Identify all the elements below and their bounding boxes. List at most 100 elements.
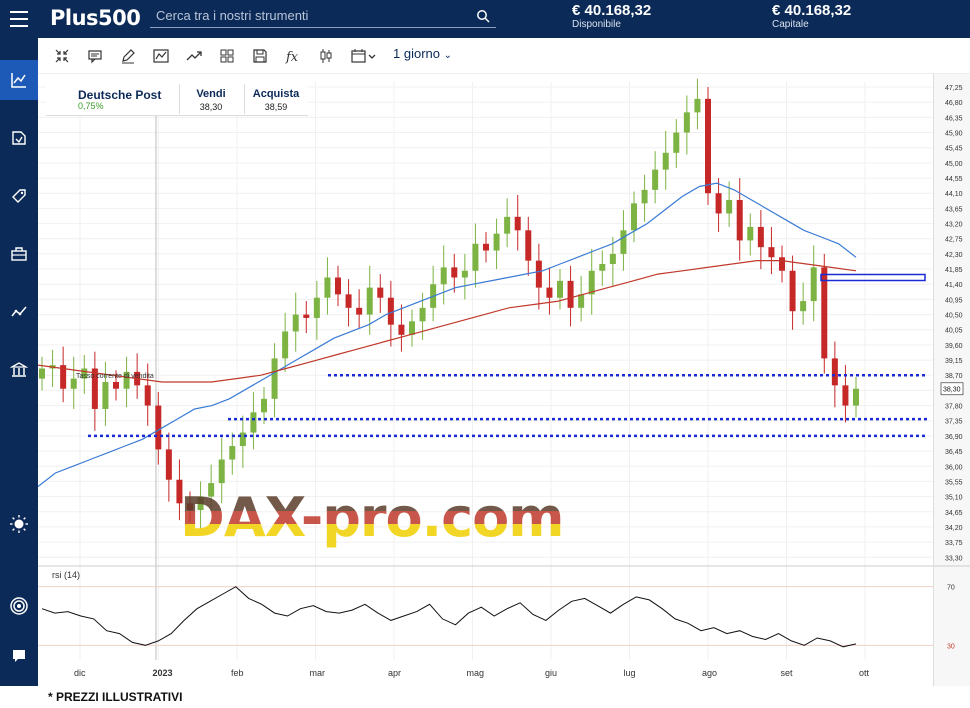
briefcase-icon bbox=[11, 247, 27, 261]
candle-body bbox=[144, 385, 151, 406]
price-tick-label: 34,20 bbox=[945, 525, 963, 532]
trend-icon bbox=[11, 306, 27, 317]
candle-body bbox=[39, 368, 45, 379]
candle-body bbox=[641, 189, 648, 204]
price-chart[interactable]: 47,25 46,80 46,35 45,90 45,45 45,00 44,55 44,10… bbox=[37, 74, 970, 686]
candle-body bbox=[599, 264, 606, 271]
function-button[interactable]: fx bbox=[283, 46, 303, 66]
notes-button[interactable] bbox=[85, 46, 105, 66]
price-tick-label: 42,75 bbox=[945, 237, 963, 244]
candle-body bbox=[768, 247, 775, 258]
candles-icon bbox=[320, 49, 332, 63]
candle-body bbox=[504, 216, 511, 234]
month-tick-label: ago bbox=[702, 668, 717, 678]
price-tick-label: 47,25 bbox=[945, 85, 963, 92]
sidebar-item-funds[interactable] bbox=[0, 350, 38, 390]
save-button[interactable] bbox=[250, 46, 270, 66]
indicators-button[interactable] bbox=[184, 46, 204, 66]
candle-body bbox=[451, 267, 458, 278]
search-icon[interactable] bbox=[476, 9, 490, 23]
grid-icon bbox=[220, 49, 234, 63]
sell-value: 38,30 bbox=[199, 102, 223, 112]
price-tick-label: 35,10 bbox=[945, 495, 963, 502]
candle-body bbox=[662, 152, 669, 170]
candle-body bbox=[546, 287, 553, 298]
price-tick-label: 36,90 bbox=[945, 434, 963, 441]
timeframe-select[interactable]: 1 giorno ⌄ bbox=[393, 46, 452, 61]
sidebar-item-trade[interactable] bbox=[0, 118, 38, 158]
footer-note: * PREZZI ILLUSTRATIVI bbox=[48, 690, 183, 704]
chart-line-icon bbox=[11, 73, 26, 88]
month-tick-label: feb bbox=[231, 668, 244, 678]
chart-area[interactable]: 47,25 46,80 46,35 45,90 45,45 45,00 44,55 44,10… bbox=[37, 74, 970, 686]
timeframe-label: 1 giorno bbox=[393, 46, 440, 61]
capital-label: Capitale bbox=[772, 19, 809, 30]
sidebar-item-theme[interactable] bbox=[0, 504, 38, 544]
price-tick-label: 41,85 bbox=[945, 267, 963, 274]
buy-button[interactable]: Acquista 38,59 bbox=[246, 88, 306, 112]
candle-body bbox=[356, 307, 363, 315]
available-label: Disponibile bbox=[572, 19, 621, 30]
candle-body bbox=[472, 243, 479, 271]
month-tick-label: apr bbox=[388, 668, 401, 678]
candle-body bbox=[747, 226, 754, 241]
current-rate-label: Tasso corrente di vendita bbox=[76, 373, 154, 380]
candle-body bbox=[726, 199, 733, 214]
candle-body bbox=[239, 432, 246, 447]
search-input[interactable] bbox=[150, 6, 450, 25]
price-tick-label: 39,60 bbox=[945, 343, 963, 350]
calendar-icon bbox=[351, 49, 376, 63]
sidebar-item-charts[interactable] bbox=[0, 60, 38, 100]
candle-body bbox=[757, 226, 764, 248]
candle-body bbox=[557, 280, 563, 298]
candle-body bbox=[715, 193, 722, 214]
price-tick-label: 41,40 bbox=[945, 282, 963, 289]
candle-body bbox=[282, 331, 289, 359]
candle-body bbox=[525, 230, 532, 261]
candle-body bbox=[831, 358, 838, 386]
sidebar-item-chat[interactable] bbox=[0, 636, 38, 676]
svg-text:fx: fx bbox=[285, 50, 299, 64]
plot-background bbox=[38, 74, 933, 686]
candle-body bbox=[578, 294, 585, 308]
candle-body bbox=[620, 230, 627, 254]
candle-body bbox=[261, 398, 267, 413]
sidebar-item-target[interactable] bbox=[0, 586, 38, 626]
sidebar-item-trends[interactable] bbox=[0, 292, 38, 332]
candle-body bbox=[652, 169, 659, 190]
candle-body bbox=[113, 381, 119, 389]
sidebar-item-portfolio[interactable] bbox=[0, 234, 38, 274]
candle-body bbox=[377, 287, 384, 298]
candle-body bbox=[303, 314, 310, 318]
price-tick-label: 46,80 bbox=[945, 100, 963, 107]
price-tick-label: 44,55 bbox=[945, 176, 963, 183]
chart-type-button[interactable] bbox=[151, 46, 171, 66]
calendar-button[interactable] bbox=[349, 46, 379, 66]
candle-body bbox=[218, 459, 225, 484]
sidebar-item-tags[interactable] bbox=[0, 176, 38, 216]
month-tick-label: giu bbox=[545, 668, 557, 678]
chat-icon bbox=[13, 650, 25, 662]
sell-button[interactable]: Vendi 38,30 bbox=[181, 88, 241, 112]
collapse-button[interactable] bbox=[52, 46, 72, 66]
candle-body bbox=[155, 405, 162, 450]
candles-button[interactable] bbox=[316, 46, 336, 66]
capital-value: € 40.168,32 bbox=[772, 2, 852, 19]
search-box[interactable] bbox=[150, 6, 496, 28]
menu-icon[interactable] bbox=[10, 11, 28, 27]
layout-button[interactable] bbox=[217, 46, 237, 66]
month-tick-label: 2023 bbox=[153, 668, 173, 678]
rsi-tick-label: 30 bbox=[947, 643, 955, 650]
draw-button[interactable] bbox=[118, 46, 138, 66]
candle-body bbox=[324, 277, 331, 298]
month-tick-label: mar bbox=[310, 668, 326, 678]
candle-body bbox=[810, 267, 817, 302]
chart-toolbar: fx bbox=[38, 38, 970, 74]
candle-body bbox=[535, 260, 542, 288]
instrument-info[interactable]: Deutsche Post 0,75% Vendi 38,30 Acquista… bbox=[46, 80, 308, 116]
sidebar bbox=[0, 38, 38, 686]
instrument-name: Deutsche Post bbox=[78, 88, 162, 102]
month-tick-label: dic bbox=[74, 668, 86, 678]
candle-body bbox=[631, 203, 637, 231]
brand-logo[interactable]: Plus500 bbox=[50, 6, 141, 30]
